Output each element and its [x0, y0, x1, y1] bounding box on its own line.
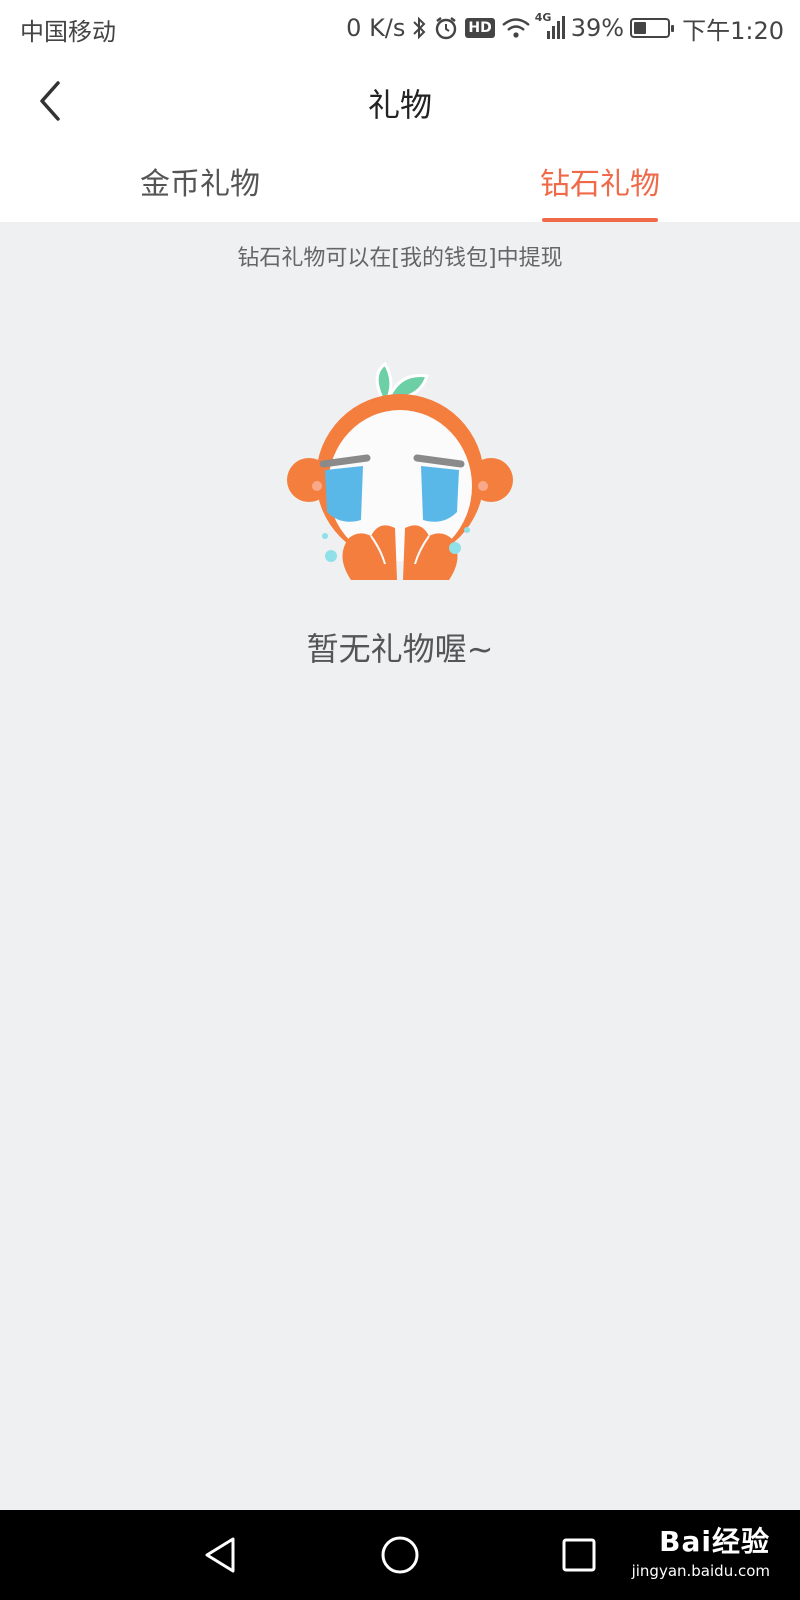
tab-diamond-gifts[interactable]: 钻石礼物	[400, 148, 800, 222]
nav-back-button[interactable]	[198, 1532, 244, 1578]
back-triangle-icon	[205, 1537, 235, 1573]
home-circle-icon	[381, 1536, 419, 1574]
page-title: 礼物	[367, 86, 432, 124]
wifi-icon	[501, 16, 531, 40]
network-speed: 0 K/s	[346, 14, 406, 42]
tab-label: 金币礼物	[140, 167, 260, 202]
signal-icon: 4G	[535, 11, 565, 41]
watermark-url: jingyan.baidu.com	[631, 1562, 770, 1580]
active-tab-indicator	[542, 218, 658, 222]
carrier-name: 中国移动	[20, 18, 116, 46]
tab-label: 钻石礼物	[540, 167, 660, 202]
nav-recents-button[interactable]	[556, 1532, 602, 1578]
network-type: 4G	[534, 11, 552, 24]
bluetooth-icon	[411, 16, 427, 40]
nav-home-button[interactable]	[377, 1532, 423, 1578]
status-icons: 0 K/s HD 4G 39% 下午1:20	[346, 10, 784, 46]
watermark-brand: Bai经验	[659, 1525, 770, 1558]
app-header: 礼物	[0, 56, 800, 148]
status-bar: 中国移动 0 K/s HD 4G 39% 下午1:20	[0, 0, 800, 56]
alarm-icon	[433, 15, 459, 41]
empty-state-text: 暂无礼物喔~	[306, 630, 494, 668]
baidu-jingyan-watermark: Bai经验 jingyan.baidu.com	[632, 1520, 770, 1580]
clock: 下午1:20	[682, 16, 784, 45]
battery-percent: 39%	[570, 14, 625, 42]
battery-fill	[634, 22, 647, 34]
system-navigation-bar: Bai经验 jingyan.baidu.com	[0, 1510, 800, 1600]
withdraw-tip: 钻石礼物可以在[我的钱包]中提现	[237, 246, 563, 271]
crying-mascot-icon	[287, 361, 513, 580]
recents-square-icon	[562, 1538, 596, 1572]
hd-icon: HD	[465, 18, 495, 38]
battery-icon	[630, 18, 675, 38]
tab-coin-gifts[interactable]: 金币礼物	[0, 148, 400, 222]
tab-bar: 金币礼物 钻石礼物	[0, 148, 800, 222]
